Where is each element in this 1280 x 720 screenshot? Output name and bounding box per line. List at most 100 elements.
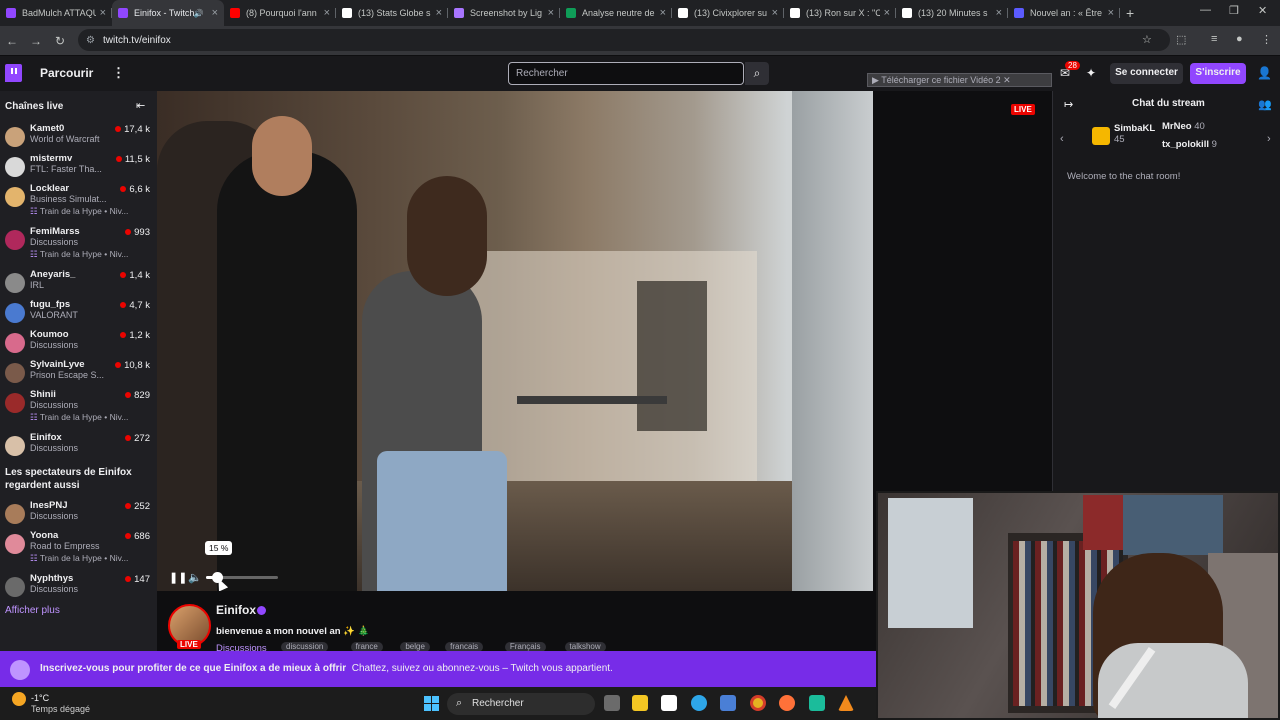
close-window-icon[interactable]: ✕ [1258, 4, 1267, 17]
notepad-icon[interactable] [661, 695, 677, 711]
sidebar-channel-item[interactable]: Locklear Business Simulat... ☷ Train de la… [0, 181, 157, 216]
file-explorer-icon[interactable] [632, 695, 648, 711]
leaderboard-entry[interactable]: tx_polokill 9 [1162, 139, 1217, 150]
pause-icon[interactable]: ❚❚ [169, 571, 187, 584]
sidebar-channel-item[interactable]: Koumoo Discussions 1,2 k [0, 327, 157, 357]
browser-tab[interactable]: Analyse neutre de × [560, 0, 672, 26]
app-icon[interactable] [809, 695, 825, 711]
sidebar-channel-item[interactable]: FemiMarss Discussions ☷ Train de la Hype •… [0, 224, 157, 259]
sidebar-channel-item[interactable]: Einifox Discussions 272 [0, 430, 157, 460]
tab-close-icon[interactable]: × [548, 7, 554, 19]
search-icon[interactable]: ⌕ [745, 62, 769, 85]
media-icon[interactable]: ≡ [1211, 33, 1217, 45]
reload-icon[interactable]: ↻ [48, 34, 72, 48]
signup-button[interactable]: S'inscrire [1190, 63, 1246, 84]
tab-title: (13) Stats Globe s [358, 8, 431, 18]
site-info-icon[interactable]: ⚙ [86, 35, 95, 46]
tab-close-icon[interactable]: × [324, 7, 330, 19]
sidebar-channel-item[interactable]: Kamet0 World of Warcraft 17,4 k [0, 121, 157, 151]
tab-close-icon[interactable]: × [772, 7, 778, 19]
viewer-count-value: 1,2 k [129, 330, 150, 341]
leaderboard-entry[interactable]: MrNeo 40 [1162, 121, 1205, 132]
tab-close-icon[interactable]: × [884, 7, 890, 19]
tab-favicon-icon [6, 8, 16, 18]
more-menu-icon[interactable]: ⋮ [112, 65, 125, 81]
browser-tab[interactable]: Nouvel an : « Être × [1008, 0, 1120, 26]
task-view-icon[interactable] [604, 695, 620, 711]
channel-name[interactable]: Einifox [216, 603, 256, 617]
bookmark-star-icon[interactable]: ☆ [1142, 33, 1152, 46]
tab-close-icon[interactable]: × [996, 7, 1002, 19]
download-video-bar[interactable]: ▶ Télécharger ce fichier Vidéo 2 ✕ [867, 73, 1052, 87]
sidebar-channel-item[interactable]: mistermv FTL: Faster Tha... 11,5 k [0, 151, 157, 181]
viewer-count-value: 686 [134, 531, 150, 542]
edge-icon[interactable] [691, 695, 707, 711]
live-dot-icon [115, 126, 122, 132]
user-menu-icon[interactable]: 👤 [1257, 66, 1272, 80]
browse-link[interactable]: Parcourir [40, 66, 93, 80]
profile-icon[interactable]: ● [1236, 33, 1243, 45]
promo-rest-text: Chattez, suivez ou abonnez-vous – Twitch… [351, 663, 613, 674]
extensions-icon[interactable]: ⬚ [1176, 33, 1186, 46]
tab-close-icon[interactable]: × [212, 7, 218, 19]
firefox-icon[interactable] [779, 695, 795, 711]
leaderboard-next-icon[interactable]: › [1267, 133, 1271, 145]
url-field[interactable]: ⚙ twitch.tv/einifox [78, 29, 1170, 51]
browser-tab[interactable]: BadMulch ATTAQU × [0, 0, 112, 26]
weather-icon[interactable] [12, 692, 26, 706]
store-icon[interactable] [720, 695, 736, 711]
taskbar-search-label: Rechercher [472, 698, 524, 709]
tab-close-icon[interactable]: × [1108, 7, 1114, 19]
leaderboard-prev-icon[interactable]: ‹ [1060, 133, 1064, 145]
tab-close-icon[interactable]: × [100, 7, 106, 19]
twitch-logo[interactable] [5, 64, 22, 82]
chat-users-icon[interactable]: 👥 [1258, 98, 1272, 111]
leaderboard-entry[interactable]: SimbaKL 45 [1114, 123, 1155, 145]
tab-audio-icon[interactable]: 🔊 [194, 9, 204, 18]
viewer-count: 829 [125, 390, 150, 401]
viewer-count: 1,2 k [120, 330, 150, 341]
webcam-scene-poster [1123, 495, 1223, 555]
menu-icon[interactable]: ⋮ [1261, 33, 1272, 46]
sidebar-channel-item[interactable]: Yoona Road to Empress ☷ Train de la Hype •… [0, 528, 157, 563]
weather-temp: -1°C [31, 693, 50, 703]
sidebar-channel-item[interactable]: SylvainLyve Prison Escape S... 10,8 k [0, 357, 157, 387]
video-player[interactable] [157, 91, 873, 591]
browser-tab[interactable]: Screenshot by Lig × [448, 0, 560, 26]
browser-tab[interactable]: Einifox - Twitch 🔊 × [112, 0, 224, 26]
search-input[interactable]: Rechercher [508, 62, 744, 85]
search-icon: ⌕ [456, 697, 463, 709]
browser-tab[interactable]: (13) Civixplorer su × [672, 0, 784, 26]
browser-tab[interactable]: (13) 20 Minutes s × [896, 0, 1008, 26]
channel-avatar [5, 534, 25, 554]
browser-tab[interactable]: (13) Ron sur X : "C × [784, 0, 896, 26]
sidebar-channel-item[interactable]: Aneyaris_ IRL 1,4 k [0, 267, 157, 297]
restore-icon[interactable]: ❐ [1229, 4, 1239, 17]
collapse-chat-icon[interactable]: ↦ [1064, 98, 1073, 111]
minimize-icon[interactable]: — [1200, 4, 1211, 16]
channel-category: World of Warcraft [30, 134, 100, 144]
chat-title: Chat du stream [1132, 98, 1205, 109]
sidebar-channel-item[interactable]: Shinii Discussions ☷ Train de la Hype • Ni… [0, 387, 157, 422]
extension-icon[interactable]: ✦ [1086, 66, 1096, 80]
tab-favicon-icon [566, 8, 576, 18]
tab-title: BadMulch ATTAQU [22, 8, 96, 18]
back-icon[interactable]: ← [0, 34, 24, 48]
browser-tab[interactable]: (13) Stats Globe s × [336, 0, 448, 26]
taskbar-search[interactable]: ⌕ Rechercher [447, 693, 595, 715]
collapse-sidebar-icon[interactable]: ⇤ [136, 99, 145, 112]
new-tab-icon[interactable]: + [1126, 5, 1134, 21]
browser-tab[interactable]: (8) Pourquoi l'ann × [224, 0, 336, 26]
show-more-link[interactable]: Afficher plus [5, 605, 60, 616]
volume-icon[interactable]: 🔈 [188, 571, 202, 584]
sidebar-channel-item[interactable]: Nyphthys Discussions 147 [0, 571, 157, 601]
tab-close-icon[interactable]: × [436, 7, 442, 19]
tab-close-icon[interactable]: × [660, 7, 666, 19]
sidebar-channel-item[interactable]: fugu_fps VALORANT 4,7 k [0, 297, 157, 327]
sidebar-channel-item[interactable]: InesPNJ Discussions 252 [0, 498, 157, 528]
channel-category: Road to Empress [30, 541, 100, 551]
forward-icon[interactable]: → [24, 34, 48, 48]
chrome-icon[interactable] [750, 695, 766, 711]
login-button[interactable]: Se connecter [1110, 63, 1183, 84]
windows-start-icon[interactable] [424, 696, 439, 711]
